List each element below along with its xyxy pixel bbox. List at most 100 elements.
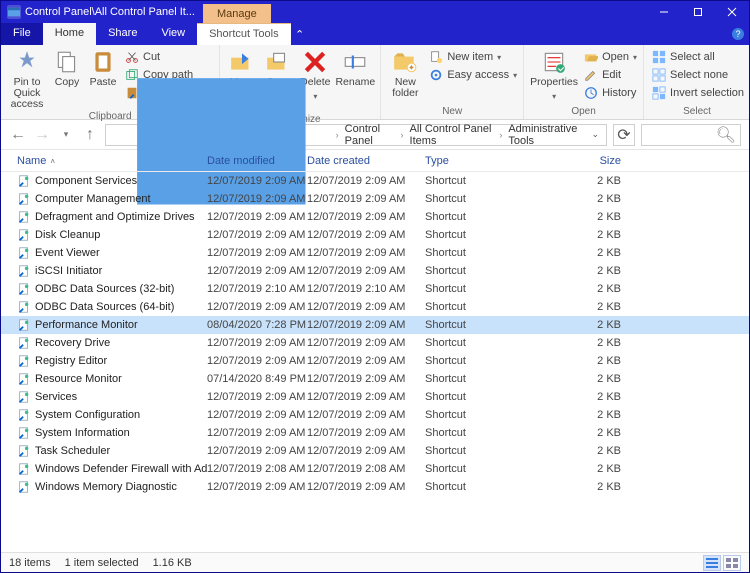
shortcut-icon (17, 336, 31, 350)
col-header-type[interactable]: Type (425, 155, 573, 167)
invert-selection-button[interactable]: Invert selection (650, 85, 746, 101)
table-row[interactable]: Task Scheduler12/07/2019 2:09 AM12/07/20… (1, 442, 749, 460)
file-type: Shortcut (425, 337, 573, 349)
status-size: 1.16 KB (153, 557, 192, 569)
table-row[interactable]: System Information12/07/2019 2:09 AM12/0… (1, 424, 749, 442)
explorer-window: Control Panel\All Control Panel It... Ma… (0, 0, 750, 573)
file-type: Shortcut (425, 481, 573, 493)
properties-button[interactable]: Properties (528, 47, 580, 102)
table-row[interactable]: Windows Memory Diagnostic12/07/2019 2:09… (1, 478, 749, 496)
file-created: 12/07/2019 2:09 AM (307, 319, 425, 331)
new-folder-button[interactable]: ✦ New folder (385, 47, 425, 99)
shortcut-icon (17, 408, 31, 422)
table-row[interactable]: Windows Defender Firewall with Adv...12/… (1, 460, 749, 478)
table-row[interactable]: iSCSI Initiator12/07/2019 2:09 AM12/07/2… (1, 262, 749, 280)
ribbon-group-open: Properties Open ▾ Edit History Open (524, 45, 644, 119)
file-modified: 12/07/2019 2:09 AM (207, 247, 307, 259)
table-row[interactable]: Event Viewer12/07/2019 2:09 AM12/07/2019… (1, 244, 749, 262)
tab-file[interactable]: File (1, 23, 43, 45)
file-size: 2 KB (573, 175, 621, 187)
file-type: Shortcut (425, 211, 573, 223)
close-button[interactable] (715, 1, 749, 23)
file-name: System Information (35, 427, 130, 439)
file-type: Shortcut (425, 409, 573, 421)
history-icon (584, 86, 598, 100)
table-row[interactable]: Recovery Drive12/07/2019 2:09 AM12/07/20… (1, 334, 749, 352)
file-rows[interactable]: Component Services12/07/2019 2:09 AM12/0… (1, 172, 749, 552)
copy-button[interactable]: Copy (49, 47, 85, 88)
file-type: Shortcut (425, 355, 573, 367)
breadcrumb-mid[interactable]: All Control Panel Items (406, 121, 498, 149)
history-button[interactable]: History (582, 85, 639, 101)
file-size: 2 KB (573, 427, 621, 439)
file-type: Shortcut (425, 283, 573, 295)
properties-icon (541, 49, 567, 75)
refresh-button[interactable]: ⟳ (613, 124, 635, 146)
new-item-button[interactable]: New item ▾ (427, 49, 519, 65)
search-box[interactable]: 🔍︎ (641, 124, 741, 146)
table-row[interactable]: Registry Editor12/07/2019 2:09 AM12/07/2… (1, 352, 749, 370)
rename-button[interactable]: Rename (334, 47, 376, 88)
pin-to-quick-access-button[interactable]: Pin to Quick access (5, 47, 49, 110)
col-header-name[interactable]: Name˄ (17, 155, 207, 167)
table-row[interactable]: Defragment and Optimize Drives12/07/2019… (1, 208, 749, 226)
address-dropdown-icon[interactable]: ⌄ (587, 129, 603, 140)
up-button[interactable]: ↑ (81, 126, 99, 144)
tab-home[interactable]: Home (43, 23, 96, 45)
file-type: Shortcut (425, 427, 573, 439)
thumbnails-view-button[interactable] (723, 555, 741, 571)
select-all-button[interactable]: Select all (650, 49, 746, 65)
ribbon-group-select: Select all Select none Invert selection … (644, 45, 750, 119)
status-bar: 18 items 1 item selected 1.16 KB (1, 552, 749, 572)
status-item-count: 18 items (9, 557, 51, 569)
table-row[interactable]: Disk Cleanup12/07/2019 2:09 AM12/07/2019… (1, 226, 749, 244)
table-row[interactable]: Computer Management12/07/2019 2:09 AM12/… (1, 190, 749, 208)
address-bar[interactable]: › Control Panel › All Control Panel Item… (105, 124, 607, 146)
file-size: 2 KB (573, 463, 621, 475)
file-type: Shortcut (425, 373, 573, 385)
back-button[interactable]: ← (9, 126, 27, 144)
title-bar[interactable]: Control Panel\All Control Panel It... Ma… (1, 1, 749, 23)
file-name: Component Services (35, 175, 137, 187)
file-size: 2 KB (573, 445, 621, 457)
file-modified: 12/07/2019 2:09 AM (207, 211, 307, 223)
select-none-button[interactable]: Select none (650, 67, 746, 83)
svg-text:?: ? (735, 29, 740, 39)
table-row[interactable]: ODBC Data Sources (32-bit)12/07/2019 2:1… (1, 280, 749, 298)
recent-locations-button[interactable]: ▾ (57, 126, 75, 144)
open-button[interactable]: Open ▾ (582, 49, 639, 65)
file-size: 2 KB (573, 355, 621, 367)
table-row[interactable]: System Configuration12/07/2019 2:09 AM12… (1, 406, 749, 424)
table-row[interactable]: Performance Monitor08/04/2020 7:28 PM12/… (1, 316, 749, 334)
file-modified: 12/07/2019 2:08 AM (207, 463, 307, 475)
column-headers: Name˄ Date modified Date created Type Si… (1, 150, 749, 172)
table-row[interactable]: Resource Monitor07/14/2020 8:49 PM12/07/… (1, 370, 749, 388)
file-size: 2 KB (573, 283, 621, 295)
minimize-button[interactable] (647, 1, 681, 23)
invert-selection-icon (652, 86, 666, 100)
forward-button[interactable]: → (33, 126, 51, 144)
breadcrumb-leaf[interactable]: Administrative Tools (504, 121, 585, 149)
col-header-modified[interactable]: Date modified (207, 155, 307, 167)
col-header-created[interactable]: Date created (307, 155, 425, 167)
details-view-button[interactable] (703, 555, 721, 571)
file-type: Shortcut (425, 463, 573, 475)
table-row[interactable]: ODBC Data Sources (64-bit)12/07/2019 2:0… (1, 298, 749, 316)
help-icon[interactable]: ? (727, 23, 749, 45)
breadcrumb-root[interactable]: Control Panel (341, 121, 399, 149)
table-row[interactable]: Component Services12/07/2019 2:09 AM12/0… (1, 172, 749, 190)
file-name: iSCSI Initiator (35, 265, 102, 277)
file-created: 12/07/2019 2:09 AM (307, 193, 425, 205)
file-size: 2 KB (573, 373, 621, 385)
edit-button[interactable]: Edit (582, 67, 639, 83)
col-header-size[interactable]: Size (573, 155, 621, 167)
file-size: 2 KB (573, 409, 621, 421)
file-size: 2 KB (573, 211, 621, 223)
maximize-button[interactable] (681, 1, 715, 23)
file-name: ODBC Data Sources (64-bit) (35, 301, 174, 313)
file-modified: 12/07/2019 2:09 AM (207, 481, 307, 493)
sort-indicator-icon: ˄ (46, 157, 55, 166)
file-type: Shortcut (425, 445, 573, 457)
easy-access-button[interactable]: Easy access ▾ (427, 67, 519, 83)
table-row[interactable]: Services12/07/2019 2:09 AM12/07/2019 2:0… (1, 388, 749, 406)
